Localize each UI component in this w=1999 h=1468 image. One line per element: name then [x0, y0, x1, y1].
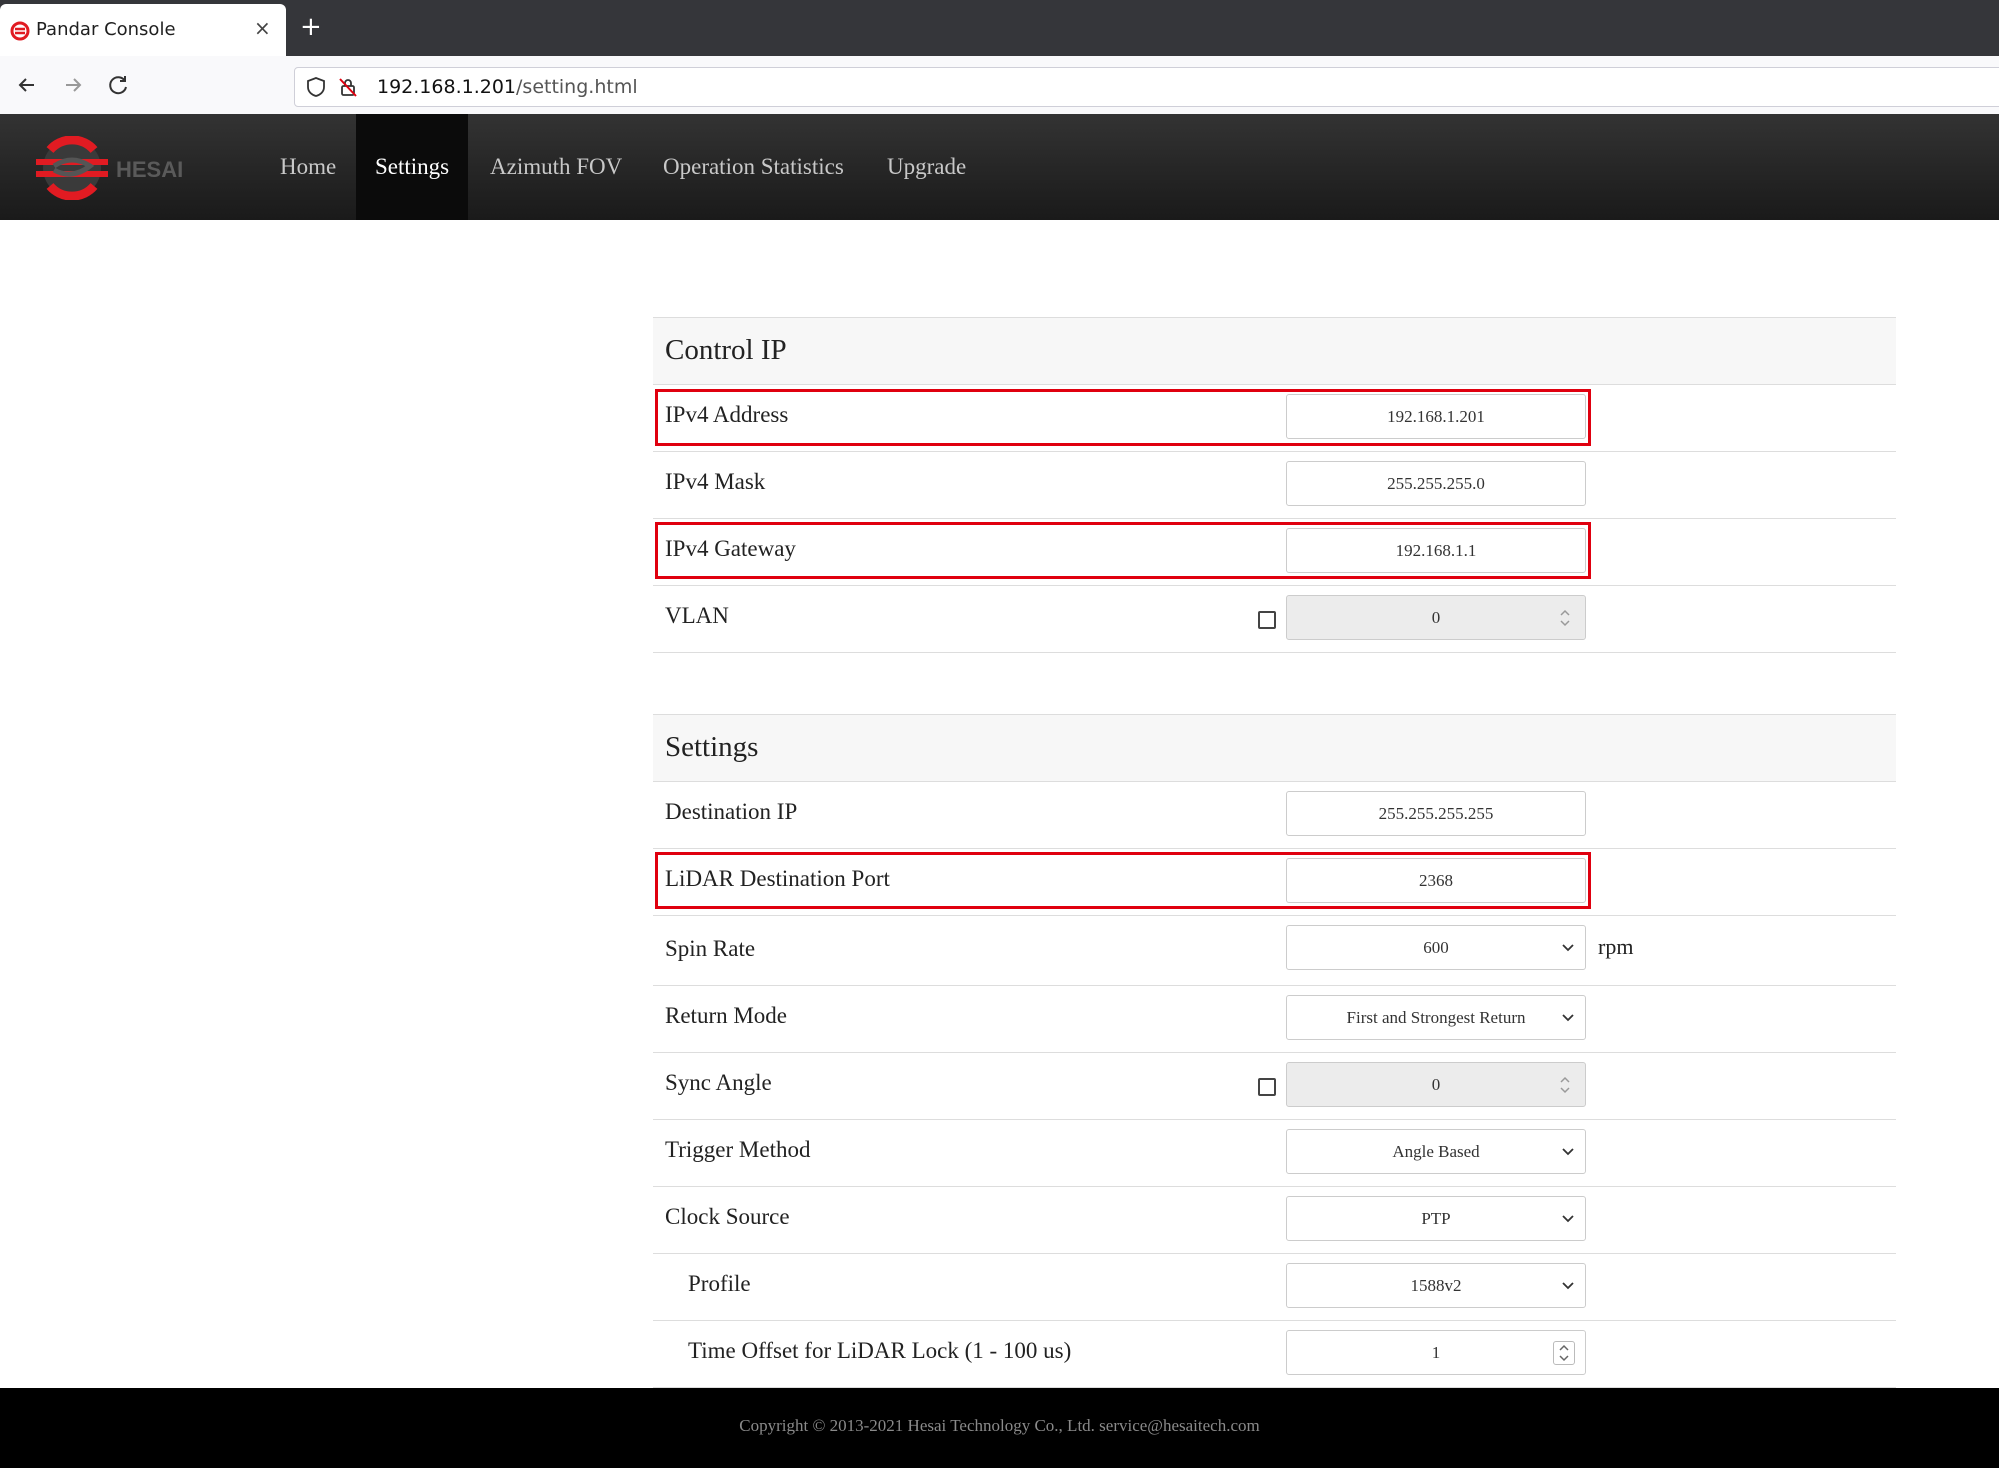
vlan-value: 0 — [1431, 608, 1441, 627]
return-mode-row: Return Mode First and Strongest Return — [653, 986, 1896, 1053]
nav-upgrade[interactable]: Upgrade — [868, 114, 985, 220]
control-ip-panel: Control IP IPv4 Address 192.168.1.201 IP… — [653, 317, 1896, 653]
url-host: 192.168.1.201 — [377, 76, 517, 98]
destination-ip-label: Destination IP — [665, 799, 798, 824]
profile-label: Profile — [688, 1271, 751, 1296]
trigger-method-label: Trigger Method — [665, 1137, 811, 1162]
stepper-arrows-icon[interactable] — [1559, 1074, 1571, 1096]
stepper-arrows-icon[interactable] — [1553, 1341, 1575, 1365]
return-mode-select[interactable]: First and Strongest Return — [1286, 995, 1586, 1040]
hesai-favicon-icon — [10, 21, 30, 41]
vlan-checkbox[interactable] — [1258, 611, 1276, 629]
back-arrow-icon[interactable] — [12, 70, 42, 100]
tab-title: Pandar Console — [36, 19, 176, 40]
vlan-input[interactable]: 0 — [1286, 595, 1586, 640]
highlight-ipv4-address — [655, 389, 1591, 446]
clock-source-row: Clock Source PTP — [653, 1187, 1896, 1254]
spin-rate-value: 600 — [1423, 938, 1449, 957]
profile-select[interactable]: 1588v2 — [1286, 1263, 1586, 1308]
trigger-method-row: Trigger Method Angle Based — [653, 1120, 1896, 1187]
clock-source-value: PTP — [1421, 1209, 1451, 1228]
shield-icon[interactable] — [305, 76, 327, 98]
sync-angle-label: Sync Angle — [665, 1070, 772, 1095]
return-mode-label: Return Mode — [665, 1003, 788, 1028]
chevron-down-icon — [1562, 1148, 1574, 1156]
vlan-label: VLAN — [665, 603, 729, 628]
return-mode-value: First and Strongest Return — [1346, 1008, 1526, 1027]
destination-ip-row: Destination IP 255.255.255.255 — [653, 782, 1896, 849]
destination-ip-input[interactable]: 255.255.255.255 — [1286, 791, 1586, 836]
insecure-lock-icon[interactable] — [337, 76, 359, 98]
site-header: HESAI Home Settings Azimuth FOV Operatio… — [0, 114, 1999, 220]
nav-settings[interactable]: Settings — [356, 114, 469, 220]
logo-text: HESAI — [116, 157, 183, 182]
spin-rate-label: Spin Rate — [665, 936, 756, 961]
footer-copyright: Copyright © 2013-2021 Hesai Technology C… — [739, 1416, 1260, 1435]
address-bar[interactable]: 192.168.1.201/setting.html — [294, 67, 1999, 107]
profile-value: 1588v2 — [1410, 1276, 1462, 1295]
ipv4-mask-input[interactable]: 255.255.255.0 — [1286, 461, 1586, 506]
browser-toolbar: 192.168.1.201/setting.html — [0, 56, 1999, 115]
profile-row: Profile 1588v2 — [653, 1254, 1896, 1321]
vlan-row: VLAN 0 — [653, 586, 1896, 653]
new-tab-icon[interactable]: + — [300, 12, 322, 42]
sync-angle-input[interactable]: 0 — [1286, 1062, 1586, 1107]
url-text: 192.168.1.201/setting.html — [377, 76, 638, 98]
settings-title: Settings — [665, 731, 759, 763]
url-path: /setting.html — [516, 76, 638, 98]
forward-arrow-icon[interactable] — [58, 70, 88, 100]
time-offset-value: 1 — [1431, 1343, 1441, 1362]
browser-tab[interactable]: Pandar Console × — [0, 4, 286, 56]
close-tab-icon[interactable]: × — [254, 16, 271, 40]
chevron-down-icon — [1562, 1282, 1574, 1290]
settings-panel: Settings Destination IP 255.255.255.255 … — [653, 714, 1896, 1388]
nav-home[interactable]: Home — [261, 114, 355, 220]
chevron-down-icon — [1562, 1014, 1574, 1022]
trigger-method-value: Angle Based — [1392, 1142, 1480, 1161]
clock-source-label: Clock Source — [665, 1204, 790, 1229]
reload-icon[interactable] — [104, 70, 134, 100]
browser-tab-strip: Pandar Console × + — [0, 0, 1999, 56]
time-offset-input[interactable]: 1 — [1286, 1330, 1586, 1375]
trigger-method-select[interactable]: Angle Based — [1286, 1129, 1586, 1174]
settings-header: Settings — [653, 715, 1896, 782]
ipv4-mask-row: IPv4 Mask 255.255.255.0 — [653, 452, 1896, 519]
time-offset-row: Time Offset for LiDAR Lock (1 - 100 us) … — [653, 1321, 1896, 1388]
spin-rate-unit: rpm — [1598, 934, 1634, 959]
highlight-ipv4-gateway — [655, 522, 1591, 579]
stepper-arrows-icon[interactable] — [1559, 607, 1571, 629]
spin-rate-row: Spin Rate 600 rpm — [653, 916, 1896, 986]
sync-angle-checkbox[interactable] — [1258, 1078, 1276, 1096]
time-offset-label: Time Offset for LiDAR Lock (1 - 100 us) — [688, 1338, 1072, 1363]
hesai-logo[interactable]: HESAI — [32, 136, 202, 200]
control-ip-title: Control IP — [665, 334, 787, 366]
chevron-down-icon — [1562, 1215, 1574, 1223]
clock-source-select[interactable]: PTP — [1286, 1196, 1586, 1241]
control-ip-header: Control IP — [653, 318, 1896, 385]
nav-azimuth-fov[interactable]: Azimuth FOV — [471, 114, 641, 220]
spin-rate-select[interactable]: 600 — [1286, 925, 1586, 970]
sync-angle-row: Sync Angle 0 — [653, 1053, 1896, 1120]
ipv4-mask-label: IPv4 Mask — [665, 469, 766, 494]
sync-angle-value: 0 — [1431, 1075, 1441, 1094]
highlight-lidar-port — [655, 852, 1591, 909]
chevron-down-icon — [1562, 944, 1574, 952]
site-footer: Copyright © 2013-2021 Hesai Technology C… — [0, 1388, 1999, 1468]
nav-operation-statistics[interactable]: Operation Statistics — [644, 114, 863, 220]
